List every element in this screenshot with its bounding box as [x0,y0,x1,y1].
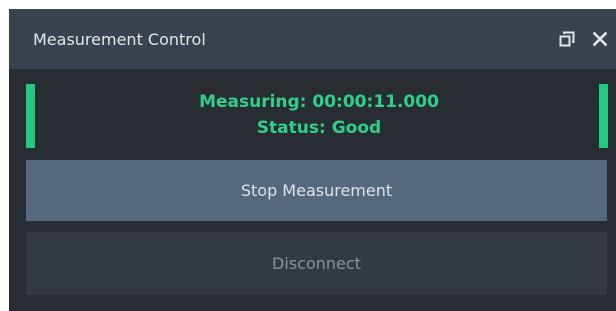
measurement-control-panel: Measurement Control Measuring: 00:00:11.… [9,9,616,311]
status-indicator-right [599,84,608,148]
measuring-timer: Measuring: 00:00:11.000 [199,92,439,112]
title-bar: Measurement Control [9,9,616,69]
measurement-status: Measuring: 00:00:11.000 Status: Good [9,69,616,156]
status-indicator-left [26,84,35,148]
status-label: Status: Good [256,118,382,138]
panel-title: Measurement Control [33,30,206,49]
disconnect-button[interactable]: Disconnect [26,232,607,295]
float-window-icon[interactable] [559,31,575,47]
stop-measurement-button[interactable]: Stop Measurement [26,160,607,221]
close-icon[interactable] [592,31,608,47]
